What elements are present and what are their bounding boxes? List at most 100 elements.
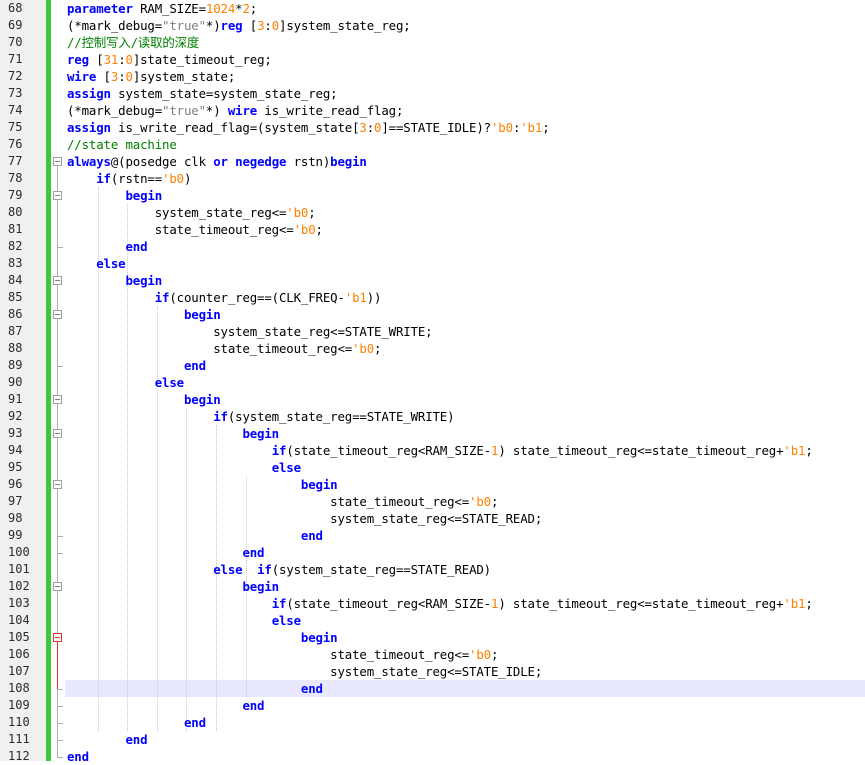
- code-line[interactable]: else: [67, 374, 184, 391]
- code-token: 'b0: [352, 341, 375, 356]
- code-token: [: [96, 69, 111, 84]
- code-line[interactable]: begin: [67, 476, 338, 493]
- fold-toggle-icon[interactable]: [53, 429, 62, 438]
- code-line[interactable]: end: [67, 680, 323, 697]
- code-token: begin: [330, 154, 367, 169]
- code-line[interactable]: begin: [67, 425, 279, 442]
- line-number: 100: [8, 545, 30, 559]
- code-line[interactable]: begin: [67, 629, 338, 646]
- code-token: //state machine: [67, 137, 177, 152]
- code-line[interactable]: (*mark_debug="true"*)reg [3:0]system_sta…: [67, 17, 411, 34]
- code-line[interactable]: system_state_reg<='b0;: [67, 204, 316, 221]
- code-line[interactable]: end: [67, 697, 264, 714]
- code-line[interactable]: assign is_write_read_flag=(system_state[…: [67, 119, 550, 136]
- code-line[interactable]: state_timeout_reg<='b0;: [67, 646, 498, 663]
- line-number: 87: [8, 324, 23, 338]
- code-token: [: [242, 18, 258, 33]
- code-token: 1024: [205, 1, 236, 16]
- code-line[interactable]: (*mark_debug="true"*) wire is_write_read…: [67, 102, 403, 119]
- code-line[interactable]: begin: [67, 306, 221, 323]
- code-token: ;: [542, 120, 550, 135]
- code-line[interactable]: if(state_timeout_reg<RAM_SIZE-1) state_t…: [67, 442, 813, 459]
- code-line[interactable]: //state machine: [67, 136, 177, 153]
- code-line[interactable]: end: [67, 714, 206, 731]
- code-token: else: [271, 460, 301, 475]
- code-line[interactable]: end: [67, 357, 206, 374]
- code-line[interactable]: if(state_timeout_reg<RAM_SIZE-1) state_t…: [67, 595, 813, 612]
- code-token: if: [271, 596, 287, 611]
- fold-toggle-icon[interactable]: [53, 480, 62, 489]
- code-line[interactable]: else: [67, 255, 125, 272]
- code-line[interactable]: always@(posedge clk or negedge rstn)begi…: [67, 153, 367, 170]
- fold-toggle-icon[interactable]: [53, 310, 62, 319]
- code-line[interactable]: else: [67, 612, 301, 629]
- code-line[interactable]: //控制写入/读取的深度: [67, 34, 199, 51]
- code-token: wire: [67, 69, 97, 84]
- code-line[interactable]: system_state_reg<=STATE_WRITE;: [67, 323, 432, 340]
- fold-toggle-icon[interactable]: [53, 191, 62, 200]
- code-line[interactable]: else if(system_state_reg==STATE_READ): [67, 561, 491, 578]
- code-token: if: [271, 443, 287, 458]
- code-line[interactable]: end: [67, 527, 323, 544]
- code-line[interactable]: end: [67, 731, 147, 748]
- code-editor[interactable]: parameter RAM_SIZE=1024*2; (*mark_debug="…: [0, 0, 865, 764]
- code-token: state_timeout_reg<=: [67, 222, 294, 237]
- code-token: system_state=system_state_reg;: [110, 86, 338, 101]
- code-line[interactable]: if(rstn=='b0): [67, 170, 191, 187]
- line-number: 83: [8, 256, 23, 270]
- code-line[interactable]: begin: [67, 391, 221, 408]
- code-token: reg: [67, 52, 89, 67]
- code-token: begin: [242, 579, 279, 594]
- line-number: 75: [8, 120, 23, 134]
- code-token: ]==STATE_IDLE)?: [381, 120, 491, 135]
- code-line[interactable]: system_state_reg<=STATE_READ;: [67, 510, 542, 527]
- code-line[interactable]: end: [67, 544, 264, 561]
- fold-toggle-icon[interactable]: [53, 582, 62, 591]
- code-line[interactable]: end: [67, 748, 89, 765]
- code-line[interactable]: wire [3:0]system_state;: [67, 68, 235, 85]
- code-token: system_state_reg<=STATE_IDLE;: [67, 664, 543, 679]
- code-line[interactable]: assign system_state=system_state_reg;: [67, 85, 338, 102]
- code-line[interactable]: begin: [67, 578, 279, 595]
- code-line[interactable]: end: [67, 238, 147, 255]
- code-line[interactable]: system_state_reg<=STATE_IDLE;: [67, 663, 542, 680]
- line-number: 85: [8, 290, 23, 304]
- code-line[interactable]: state_timeout_reg<='b0;: [67, 221, 323, 238]
- code-line[interactable]: else: [67, 459, 301, 476]
- code-line[interactable]: begin: [67, 187, 162, 204]
- code-line[interactable]: reg [31:0]state_timeout_reg;: [67, 51, 272, 68]
- code-token: 2: [242, 1, 250, 16]
- code-line[interactable]: if(counter_reg==(CLK_FREQ-'b1)): [67, 289, 382, 306]
- code-token: ): [183, 171, 192, 186]
- code-token: (rstn==: [110, 171, 163, 186]
- code-line[interactable]: if(system_state_reg==STATE_WRITE): [67, 408, 454, 425]
- code-line[interactable]: parameter RAM_SIZE=1024*2;: [67, 0, 257, 17]
- code-token: *): [205, 18, 221, 33]
- fold-end-marker: [57, 366, 63, 367]
- fold-toggle-icon[interactable]: [53, 633, 62, 642]
- code-token: 'b1: [783, 443, 806, 458]
- code-token: if: [96, 171, 111, 186]
- code-line[interactable]: state_timeout_reg<='b0;: [67, 493, 498, 510]
- code-token: 'b0: [162, 171, 184, 186]
- code-token: 'b0: [293, 222, 316, 237]
- fold-toggle-icon[interactable]: [53, 276, 62, 285]
- code-token: is_write_read_flag=(system_state[: [110, 120, 360, 135]
- line-number: 90: [8, 375, 23, 389]
- code-token: :: [118, 52, 126, 67]
- code-token: end: [125, 732, 148, 747]
- line-number: 96: [8, 477, 23, 491]
- code-token: else: [213, 562, 243, 577]
- line-number: 71: [8, 52, 23, 66]
- code-line[interactable]: begin: [67, 272, 162, 289]
- fold-toggle-icon[interactable]: [53, 157, 62, 166]
- code-token: negedge: [235, 154, 287, 169]
- code-line[interactable]: state_timeout_reg<='b0;: [67, 340, 381, 357]
- code-token: else: [154, 375, 184, 390]
- fold-toggle-icon[interactable]: [53, 395, 62, 404]
